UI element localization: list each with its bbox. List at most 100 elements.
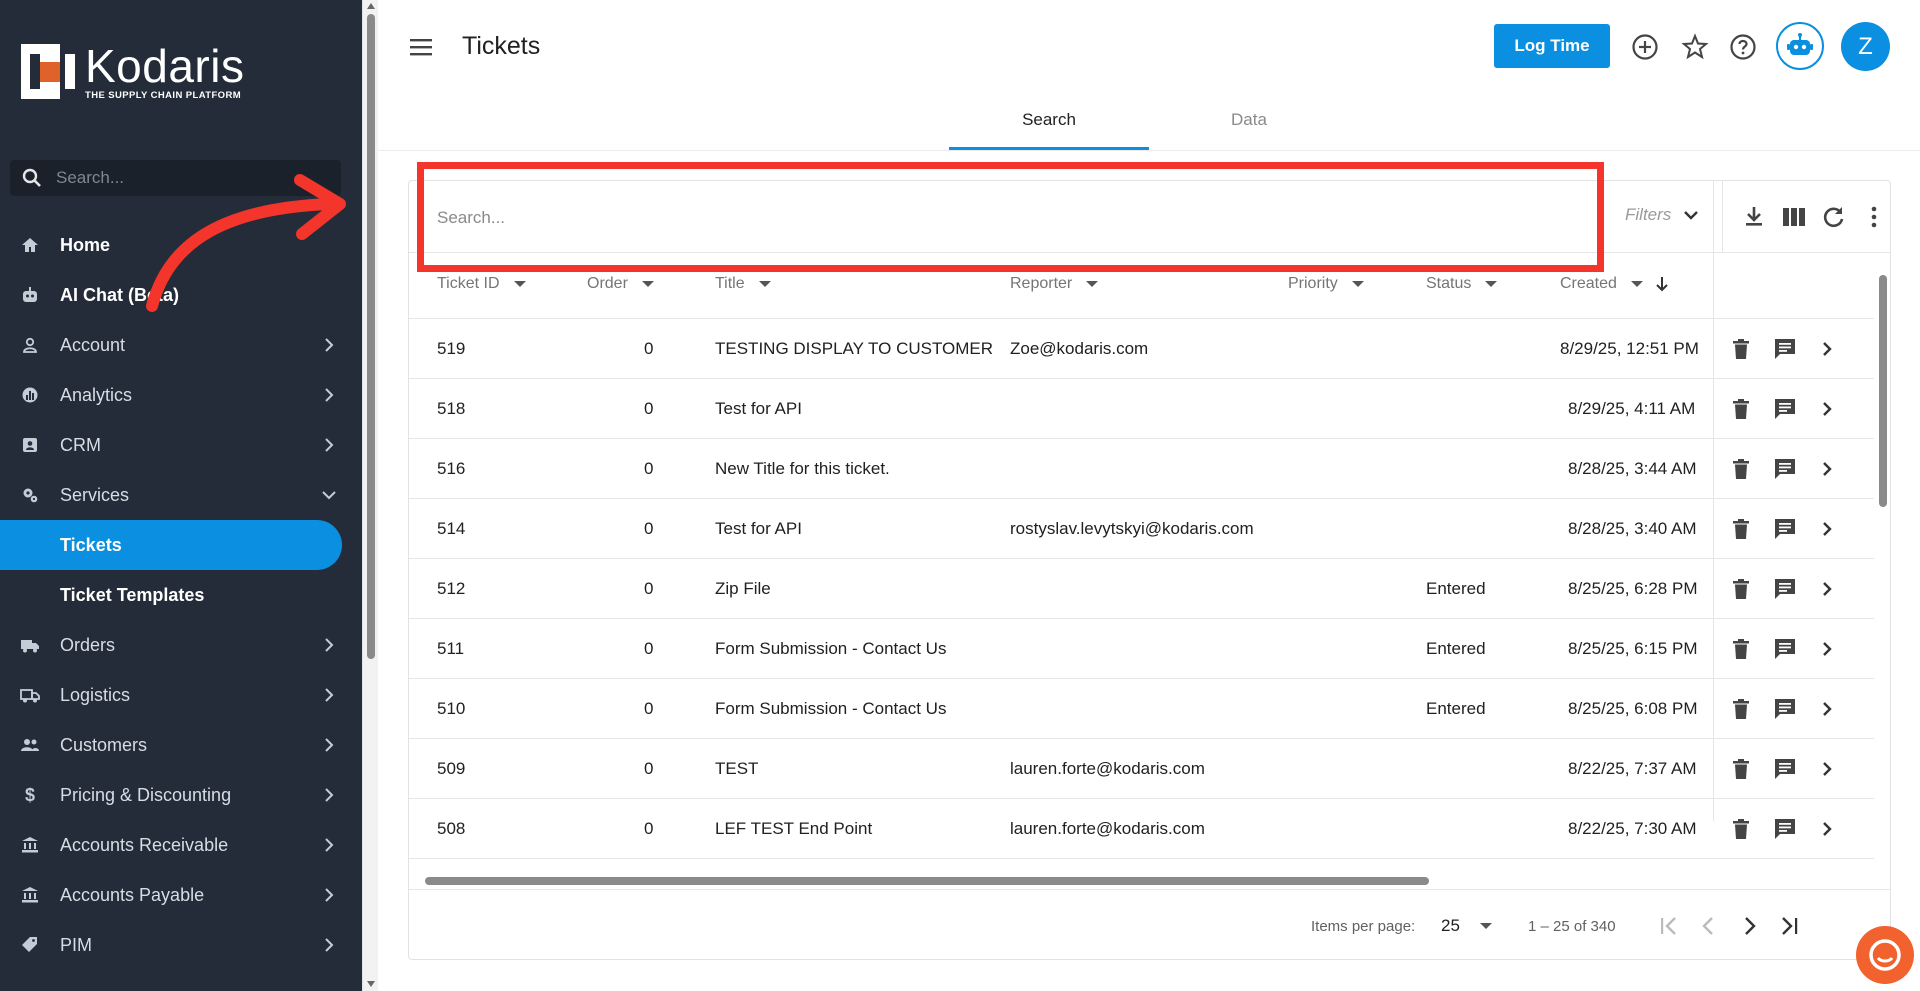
dropdown-arrow-icon (1479, 923, 1492, 929)
first-page-icon[interactable] (1655, 912, 1683, 940)
sidebar-item-account[interactable]: Account (0, 320, 362, 370)
sidebar-item-label: Accounts Payable (60, 884, 205, 905)
refresh-icon[interactable] (1821, 204, 1847, 230)
star-icon[interactable] (1680, 32, 1710, 62)
column-header-reporter[interactable]: Reporter (1010, 275, 1099, 293)
tab-search[interactable]: Search (949, 96, 1149, 150)
add-circle-icon[interactable] (1630, 32, 1660, 62)
column-header-order[interactable]: Order (587, 275, 654, 293)
sidebar-item-services[interactable]: Services (0, 470, 362, 520)
scroll-down-arrow-icon[interactable] (367, 981, 375, 987)
comment-icon[interactable] (1773, 757, 1797, 781)
ai-assistant-button[interactable] (1776, 22, 1824, 70)
table-row[interactable]: 519 0 TESTING DISPLAY TO CUSTOMER Zoe@ko… (409, 319, 1874, 379)
delete-icon[interactable] (1729, 757, 1753, 781)
help-icon[interactable] (1728, 32, 1758, 62)
delete-icon[interactable] (1729, 397, 1753, 421)
table-row[interactable]: 511 0 Form Submission - Contact Us Enter… (409, 619, 1874, 679)
more-vert-icon[interactable] (1861, 204, 1887, 230)
delete-icon[interactable] (1729, 697, 1753, 721)
log-time-button[interactable]: Log Time (1494, 24, 1610, 68)
cell-ticket-id: 516 (437, 459, 466, 478)
delete-icon[interactable] (1729, 517, 1753, 541)
sidebar-item-crm[interactable]: CRM (0, 420, 362, 470)
cell-title: TEST (715, 759, 759, 778)
sort-descending-icon[interactable] (1653, 275, 1671, 293)
sidebar-scrollbar-thumb[interactable] (367, 14, 375, 659)
comment-icon[interactable] (1773, 517, 1797, 541)
filters-label: Filters (1625, 205, 1672, 224)
chevron-right-icon[interactable] (1815, 517, 1839, 541)
sidebar-item-pim[interactable]: PIM (0, 920, 362, 970)
comment-icon[interactable] (1773, 397, 1797, 421)
download-icon[interactable] (1741, 204, 1767, 230)
delete-icon[interactable] (1729, 637, 1753, 661)
items-per-page-select[interactable]: 25 (1441, 916, 1492, 936)
table-row[interactable]: 508 0 LEF TEST End Point lauren.forte@ko… (409, 799, 1874, 859)
sidebar-item-tickets[interactable]: Tickets (0, 520, 342, 570)
chevron-right-icon[interactable] (1815, 757, 1839, 781)
horizontal-scrollbar-thumb[interactable] (425, 877, 1429, 885)
comment-icon[interactable] (1773, 637, 1797, 661)
delete-icon[interactable] (1729, 457, 1753, 481)
sidebar-item-orders[interactable]: Orders (0, 620, 362, 670)
cell-created: 8/22/25, 7:30 AM (1568, 819, 1697, 838)
sidebar-item-logistics[interactable]: Logistics (0, 670, 362, 720)
chevron-right-icon[interactable] (1815, 817, 1839, 841)
sidebar-item-analytics[interactable]: Analytics (0, 370, 362, 420)
comment-icon[interactable] (1773, 337, 1797, 361)
column-header-priority[interactable]: Priority (1288, 275, 1364, 293)
chevron-right-icon[interactable] (1815, 337, 1839, 361)
filters-dropdown[interactable]: Filters (1625, 205, 1701, 225)
next-page-icon[interactable] (1735, 912, 1763, 940)
table-row[interactable]: 509 0 TEST lauren.forte@kodaris.com 8/22… (409, 739, 1874, 799)
column-header-title[interactable]: Title (715, 275, 771, 293)
sidebar-item-ticket-templates[interactable]: Ticket Templates (0, 570, 362, 620)
table-row[interactable]: 514 0 Test for API rostyslav.levytskyi@k… (409, 499, 1874, 559)
comment-icon[interactable] (1773, 577, 1797, 601)
chevron-right-icon[interactable] (1815, 397, 1839, 421)
delete-icon[interactable] (1729, 817, 1753, 841)
column-header-status[interactable]: Status (1426, 275, 1498, 293)
sidebar-search[interactable] (10, 160, 341, 196)
support-chat-button[interactable] (1856, 926, 1914, 984)
sidebar-search-input[interactable] (56, 168, 326, 188)
kodaris-logo[interactable]: Kodaris THE SUPPLY CHAIN PLATFORM (21, 43, 244, 101)
sidebar-item-ai-chat[interactable]: AI Chat (Beta) (0, 270, 362, 320)
chevron-right-icon[interactable] (1815, 637, 1839, 661)
comment-icon[interactable] (1773, 457, 1797, 481)
comment-icon[interactable] (1773, 697, 1797, 721)
sidebar-item-accounts-payable[interactable]: Accounts Payable (0, 870, 362, 920)
comment-icon[interactable] (1773, 817, 1797, 841)
table-row[interactable]: 516 0 New Title for this ticket. 8/28/25… (409, 439, 1874, 499)
table-row[interactable]: 510 0 Form Submission - Contact Us Enter… (409, 679, 1874, 739)
columns-icon[interactable] (1781, 204, 1807, 230)
last-page-icon[interactable] (1775, 912, 1803, 940)
delete-icon[interactable] (1729, 577, 1753, 601)
chevron-right-icon[interactable] (1815, 457, 1839, 481)
table-row[interactable]: 512 0 Zip File Entered 8/25/25, 6:28 PM (409, 559, 1874, 619)
delete-icon[interactable] (1729, 337, 1753, 361)
vertical-scrollbar-thumb[interactable] (1879, 275, 1887, 507)
sidebar-item-accounts-receivable[interactable]: Accounts Receivable (0, 820, 362, 870)
chevron-right-icon[interactable] (1815, 697, 1839, 721)
table-row[interactable]: 518 0 Test for API 8/29/25, 4:11 AM (409, 379, 1874, 439)
column-header-ticket-id[interactable]: Ticket ID (437, 275, 526, 293)
sidebar-item-pricing[interactable]: $ Pricing & Discounting (0, 770, 362, 820)
sidebar-item-home[interactable]: Home (0, 220, 362, 270)
hamburger-menu-icon[interactable] (408, 34, 434, 60)
column-header-created[interactable]: Created (1560, 275, 1671, 293)
sidebar-scrollbar[interactable] (362, 0, 378, 991)
scroll-up-arrow-icon[interactable] (367, 3, 375, 9)
ticket-search-input[interactable] (437, 205, 1337, 231)
cell-status: Entered (1426, 639, 1486, 658)
tab-data[interactable]: Data (1149, 96, 1349, 150)
sidebar-item-customers[interactable]: Customers (0, 720, 362, 770)
table-vertical-scrollbar[interactable] (1875, 253, 1890, 823)
avatar[interactable]: Z (1841, 22, 1890, 71)
chevron-right-icon (325, 738, 334, 752)
tabs-divider (378, 150, 1920, 151)
previous-page-icon[interactable] (1695, 912, 1723, 940)
table-horizontal-scrollbar[interactable] (409, 873, 1874, 889)
chevron-right-icon[interactable] (1815, 577, 1839, 601)
